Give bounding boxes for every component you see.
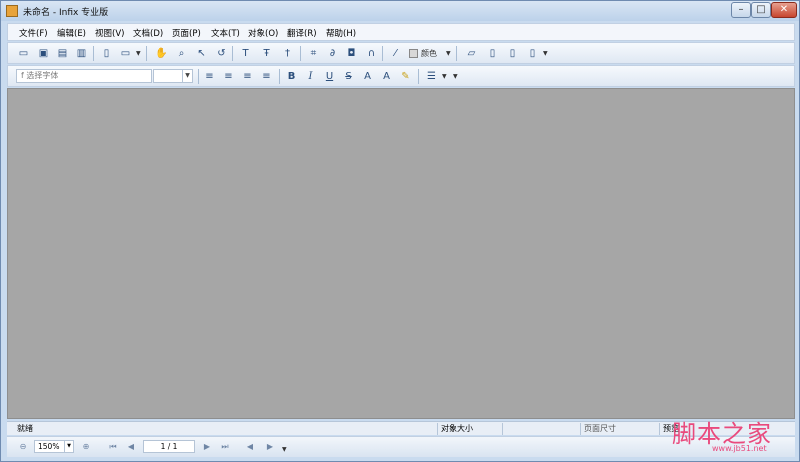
page-delete-icon[interactable]: ▯ — [525, 46, 540, 61]
status-divider — [580, 423, 581, 435]
comment-icon[interactable]: ▱ — [464, 46, 479, 61]
main-toolbar: ▭ ▣ ▤ ▥ ▯ ▭ ▼ ✋ ⌕ ↖ ↺ T Ŧ † ⌗ ∂ ◘ ∩ ⁄ 颜色… — [7, 42, 795, 64]
text-tool-icon[interactable]: T — [238, 46, 253, 61]
menu-translate[interactable]: 翻译(R) — [287, 27, 317, 39]
page-add-icon[interactable]: ▯ — [485, 46, 500, 61]
format-toolbar: f 选择字体 ▼ ≡ ≡ ≡ ≡ B I U S A A ✎ ☰ ▼ ▼ — [7, 65, 795, 87]
underline-button[interactable]: U — [322, 69, 337, 84]
app-logo-icon — [6, 5, 18, 17]
document-canvas[interactable] — [7, 88, 795, 419]
font-select[interactable]: f 选择字体 — [16, 69, 152, 83]
pointer-icon[interactable]: ↖ — [194, 46, 209, 61]
subscript-button[interactable]: A — [379, 69, 394, 84]
save-as-icon[interactable]: ▤ — [55, 46, 70, 61]
watermark-url: www.jb51.net — [712, 444, 767, 453]
open-icon[interactable]: ▭ — [16, 46, 31, 61]
maximize-button[interactable]: □ — [751, 2, 771, 18]
object-size-label: 对象大小 — [441, 424, 473, 433]
color-swatch[interactable] — [409, 49, 418, 58]
chevron-down-icon[interactable]: ▼ — [282, 446, 287, 453]
highlight-icon[interactable]: ✎ — [398, 69, 413, 84]
font-icon: f — [21, 71, 24, 80]
align-left-icon[interactable]: ≡ — [202, 69, 217, 84]
line-spacing-icon[interactable]: ☰ — [424, 69, 439, 84]
app-window: 未命名 - Infix 专业版 – □ ✕ 文件(F) 编辑(E) 视图(V) … — [0, 0, 800, 462]
menu-object[interactable]: 对象(O) — [248, 27, 278, 39]
superscript-button[interactable]: A — [360, 69, 375, 84]
history-back-icon[interactable]: ◀ — [244, 441, 256, 453]
chevron-down-icon[interactable]: ▼ — [182, 70, 192, 82]
color-label[interactable]: 颜色 — [421, 48, 437, 59]
font-placeholder: 选择字体 — [26, 71, 59, 80]
minimize-button[interactable]: – — [731, 2, 751, 18]
bold-button[interactable]: B — [284, 69, 299, 84]
link-icon[interactable]: ∂ — [325, 46, 340, 61]
history-forward-icon[interactable]: ▶ — [264, 441, 276, 453]
menu-view[interactable]: 视图(V) — [95, 27, 124, 39]
page-size-label: 页面尺寸 — [584, 424, 616, 433]
status-text: 就绪 — [17, 424, 33, 433]
print-icon[interactable]: ▥ — [74, 46, 89, 61]
eyedropper-icon[interactable]: ⁄ — [388, 46, 403, 61]
zoom-in-icon[interactable]: ⊕ — [80, 441, 92, 453]
toolbar-separator — [146, 46, 147, 61]
toolbar-separator — [232, 46, 233, 61]
chevron-down-icon[interactable]: ▼ — [136, 50, 141, 57]
undo-icon[interactable]: ↺ — [214, 46, 229, 61]
menu-edit[interactable]: 编辑(E) — [57, 27, 86, 39]
toolbar-separator — [456, 46, 457, 61]
toolbar-separator — [279, 69, 280, 84]
title-bar[interactable]: 未命名 - Infix 专业版 – □ ✕ — [1, 1, 799, 21]
crop-icon[interactable]: ⌗ — [306, 46, 321, 61]
font-size-select[interactable]: ▼ — [153, 69, 193, 83]
zoom-select[interactable]: 150% ▼ — [34, 440, 74, 453]
zoom-icon[interactable]: ⌕ — [174, 46, 189, 61]
hand-icon[interactable]: ✋ — [154, 46, 169, 61]
zoom-out-icon[interactable]: ⊖ — [17, 441, 29, 453]
prev-page-icon[interactable]: ◀ — [125, 441, 137, 453]
page-indicator[interactable]: 1 / 1 — [143, 440, 195, 453]
status-divider — [437, 423, 438, 435]
page-import-icon[interactable]: ▯ — [505, 46, 520, 61]
menu-page[interactable]: 页面(P) — [172, 27, 201, 39]
close-button[interactable]: ✕ — [771, 2, 797, 18]
menu-document[interactable]: 文档(D) — [133, 27, 163, 39]
align-justify-icon[interactable]: ≡ — [259, 69, 274, 84]
first-page-icon[interactable]: ⏮ — [107, 441, 119, 453]
text-flow-icon[interactable]: † — [280, 46, 295, 61]
last-page-icon[interactable]: ⏭ — [219, 441, 231, 453]
chevron-down-icon[interactable]: ▼ — [543, 50, 548, 57]
window-title: 未命名 - Infix 专业版 — [23, 8, 109, 18]
import-icon[interactable]: ▭ — [118, 46, 133, 61]
menu-help[interactable]: 帮助(H) — [326, 27, 356, 39]
menu-text[interactable]: 文本(T) — [211, 27, 240, 39]
toolbar-separator — [300, 46, 301, 61]
status-divider — [659, 423, 660, 435]
camera-icon[interactable]: ◘ — [344, 46, 359, 61]
save-icon[interactable]: ▣ — [36, 46, 51, 61]
chevron-down-icon[interactable]: ▼ — [442, 73, 447, 80]
next-page-icon[interactable]: ▶ — [201, 441, 213, 453]
chevron-down-icon[interactable]: ▼ — [64, 441, 73, 452]
toolbar-separator — [93, 46, 94, 61]
toolbar-separator — [418, 69, 419, 84]
text-edit-icon[interactable]: Ŧ — [259, 46, 274, 61]
chevron-down-icon[interactable]: ▼ — [453, 73, 458, 80]
menu-file[interactable]: 文件(F) — [19, 27, 48, 39]
align-right-icon[interactable]: ≡ — [240, 69, 255, 84]
zoom-value: 150% — [38, 442, 60, 451]
italic-button[interactable]: I — [303, 69, 318, 84]
strikethrough-button[interactable]: S — [341, 69, 356, 84]
path-icon[interactable]: ∩ — [364, 46, 379, 61]
menu-bar: 文件(F) 编辑(E) 视图(V) 文档(D) 页面(P) 文本(T) 对象(O… — [7, 23, 795, 41]
export-icon[interactable]: ▯ — [99, 46, 114, 61]
toolbar-separator — [382, 46, 383, 61]
align-center-icon[interactable]: ≡ — [221, 69, 236, 84]
toolbar-separator — [198, 69, 199, 84]
status-divider — [502, 423, 503, 435]
chevron-down-icon[interactable]: ▼ — [446, 50, 451, 57]
